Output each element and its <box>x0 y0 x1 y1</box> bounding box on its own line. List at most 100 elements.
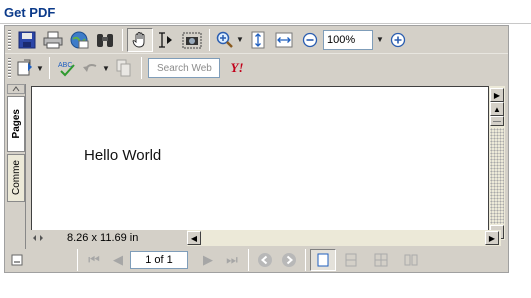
zoom-level-dropdown[interactable]: ▼ <box>376 35 385 44</box>
hand-tool-button[interactable] <box>127 27 153 52</box>
document-text: Hello World <box>84 147 162 164</box>
document-page[interactable]: Hello World <box>31 86 489 240</box>
text-cursor-icon <box>159 31 172 48</box>
fit-height-icon <box>251 31 265 48</box>
zoom-in-button[interactable] <box>385 28 411 52</box>
undo-icon <box>83 64 97 72</box>
fit-width-icon <box>275 32 293 47</box>
get-pdf-link[interactable]: Get PDF <box>4 5 55 20</box>
panel-icon <box>11 254 23 266</box>
toolbar-separator <box>49 57 50 79</box>
panel-menu-button[interactable] <box>7 249 27 271</box>
scroll-right-arrow[interactable]: ▶ <box>490 88 504 102</box>
scroll-left-arrow[interactable]: ◀ <box>187 231 201 245</box>
undo-button[interactable] <box>80 56 102 80</box>
page-size-toggle[interactable] <box>31 231 45 245</box>
tab-pages-label: Pages <box>10 109 22 139</box>
single-page-icon <box>317 253 329 267</box>
previous-page-icon: ◀ <box>113 252 123 267</box>
scroll-up-arrow[interactable]: ▲ <box>490 102 504 116</box>
toolbar-separator <box>209 28 210 51</box>
scroll-right-button[interactable]: ▶ <box>485 231 499 245</box>
tab-signatures[interactable] <box>7 84 25 94</box>
next-page-icon: ▶ <box>203 252 213 267</box>
next-view-button[interactable] <box>277 249 301 271</box>
previous-view-button[interactable] <box>253 249 277 271</box>
find-button[interactable] <box>92 28 118 52</box>
signature-icon <box>12 86 20 92</box>
create-pdf-button[interactable] <box>14 56 36 80</box>
snapshot-button[interactable] <box>179 28 205 52</box>
next-page-button[interactable]: ▶ <box>196 249 220 271</box>
back-circle-icon <box>258 253 272 267</box>
page-arrow-icon <box>17 59 32 76</box>
floppy-icon <box>18 31 36 48</box>
status-bar: 8.26 x 11.69 in ◀ ▶ <box>31 230 501 246</box>
printer-icon <box>43 31 63 48</box>
copy-icon <box>116 59 131 77</box>
forward-circle-icon <box>282 253 296 267</box>
camera-icon <box>182 32 202 48</box>
last-page-icon: ⏭ <box>226 252 238 267</box>
last-page-button[interactable]: ⏭ <box>220 249 244 271</box>
scroll-track[interactable] <box>490 128 504 224</box>
create-pdf-dropdown[interactable]: ▼ <box>36 64 45 73</box>
tab-comments-label: Comme <box>10 160 22 196</box>
fit-page-button[interactable] <box>245 28 271 52</box>
horizontal-scrollbar[interactable]: ◀ ▶ <box>187 230 501 246</box>
hand-icon <box>132 31 145 47</box>
spell-check-button[interactable]: ABC <box>54 56 80 80</box>
fit-width-button[interactable] <box>271 28 297 52</box>
save-button[interactable] <box>14 28 40 52</box>
secondary-toolbar: ▼ ABC ▼ Search Web Y! <box>5 54 315 82</box>
undo-dropdown[interactable]: ▼ <box>102 64 111 73</box>
yahoo-search-button[interactable]: Y! <box>224 56 250 80</box>
pdf-viewer: ▼ 100% ▼ ▼ ABC ▼ Search Web Y! Pages Com… <box>4 25 509 273</box>
zoom-level-input[interactable]: 100% <box>323 29 373 50</box>
print-button[interactable] <box>40 28 66 52</box>
globe-mail-icon <box>70 31 89 48</box>
resize-icon <box>33 235 43 241</box>
email-button[interactable] <box>66 28 92 52</box>
yahoo-logo: Y! <box>230 60 244 75</box>
search-web-input[interactable]: Search Web <box>148 58 220 78</box>
navbar-separator <box>305 249 306 271</box>
page-size-label: 8.26 x 11.69 in <box>67 232 139 244</box>
minus-circle-icon <box>302 32 318 47</box>
navigation-panel-tabs: Pages Comme <box>6 84 26 249</box>
main-toolbar: ▼ 100% ▼ <box>5 26 508 54</box>
binoculars-icon <box>97 33 113 47</box>
tab-pages[interactable]: Pages <box>7 96 25 152</box>
scroll-thumb[interactable] <box>490 116 504 126</box>
continuous-facing-layout-button[interactable] <box>396 249 426 271</box>
copy-button[interactable] <box>111 56 137 80</box>
zoom-in-tool-button[interactable] <box>214 28 236 52</box>
zoom-out-button[interactable] <box>297 28 323 52</box>
tab-comments[interactable]: Comme <box>7 154 25 202</box>
page-navigation-bar: ⏮ ◀ 1 of 1 ▶ ⏭ <box>5 248 508 272</box>
toolbar-separator <box>122 28 123 51</box>
first-page-icon: ⏮ <box>88 252 100 267</box>
thumb-grip <box>493 120 501 122</box>
spell-check-icon: ABC <box>58 62 75 77</box>
vertical-scrollbar[interactable]: ▶ ▲ ▼ <box>489 86 505 240</box>
continuous-page-icon <box>345 253 357 267</box>
select-text-button[interactable] <box>153 28 179 52</box>
continuous-layout-button[interactable] <box>336 249 366 271</box>
continuous-facing-icon <box>404 254 418 266</box>
zoom-tool-dropdown[interactable]: ▼ <box>236 35 245 44</box>
magnifier-plus-icon <box>216 31 233 48</box>
navbar-separator <box>77 249 78 271</box>
single-page-layout-button[interactable] <box>310 249 336 271</box>
title-divider <box>0 23 531 24</box>
previous-page-button[interactable]: ◀ <box>106 249 130 271</box>
page-number-input[interactable]: 1 of 1 <box>130 251 188 269</box>
toolbar-separator <box>141 57 142 79</box>
navbar-separator <box>248 249 249 271</box>
plus-circle-icon <box>390 32 406 47</box>
first-page-button[interactable]: ⏮ <box>82 249 106 271</box>
toolbar-grip[interactable] <box>8 29 11 50</box>
toolbar-grip[interactable] <box>8 58 11 78</box>
facing-pages-icon <box>374 253 388 267</box>
facing-layout-button[interactable] <box>366 249 396 271</box>
